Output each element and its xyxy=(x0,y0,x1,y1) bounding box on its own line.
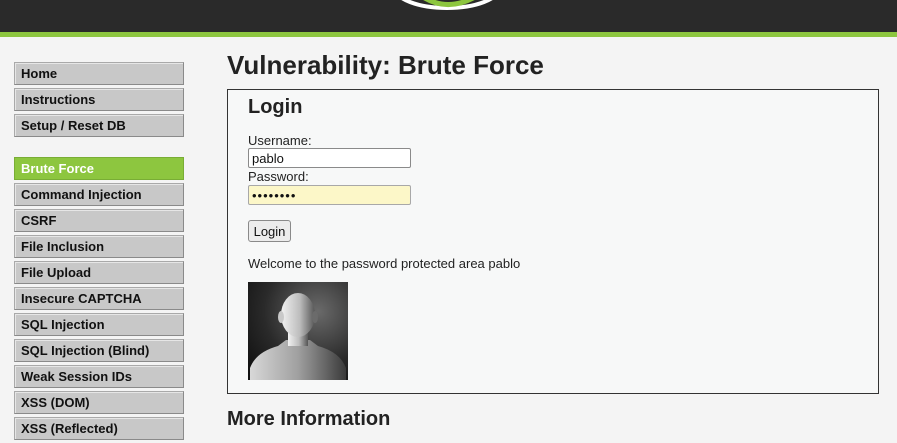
sidebar-item-sql-injection-blind[interactable]: SQL Injection (Blind) xyxy=(14,339,184,362)
page-title: Vulnerability: Brute Force xyxy=(227,50,544,80)
sidebar-item-xss-reflected[interactable]: XSS (Reflected) xyxy=(14,417,184,440)
sidebar-item-setup-reset-db[interactable]: Setup / Reset DB xyxy=(14,114,184,137)
password-label: Password: xyxy=(248,169,309,184)
sidebar-item-sql-injection[interactable]: SQL Injection xyxy=(14,313,184,336)
sidebar-item-xss-dom[interactable]: XSS (DOM) xyxy=(14,391,184,414)
sidebar-item-file-inclusion[interactable]: File Inclusion xyxy=(14,235,184,258)
top-header xyxy=(0,0,897,32)
login-button[interactable]: Login xyxy=(248,220,291,242)
username-input[interactable] xyxy=(248,148,411,168)
sidebar-item-home[interactable]: Home xyxy=(14,62,184,85)
more-information-heading: More Information xyxy=(227,408,391,430)
username-label: Username: xyxy=(248,133,312,148)
sidebar-item-file-upload[interactable]: File Upload xyxy=(14,261,184,284)
sidebar-divider xyxy=(14,140,184,157)
sidebar-item-weak-session-ids[interactable]: Weak Session IDs xyxy=(14,365,184,388)
user-avatar xyxy=(248,282,348,380)
sidebar-item-command-injection[interactable]: Command Injection xyxy=(14,183,184,206)
login-panel: Login Username: Password: Login Welcome … xyxy=(227,89,879,394)
login-heading: Login xyxy=(248,96,303,118)
sidebar-item-brute-force[interactable]: Brute Force xyxy=(14,157,184,180)
welcome-message: Welcome to the password protected area p… xyxy=(248,256,521,271)
sidebar-item-csrf[interactable]: CSRF xyxy=(14,209,184,232)
dvwa-logo-icon xyxy=(401,0,493,10)
sidebar-item-instructions[interactable]: Instructions xyxy=(14,88,184,111)
sidebar-item-insecure-captcha[interactable]: Insecure CAPTCHA xyxy=(14,287,184,310)
sidebar-menu: Home Instructions Setup / Reset DB Brute… xyxy=(14,62,184,443)
header-accent-stripe xyxy=(0,32,897,37)
password-input[interactable] xyxy=(248,185,411,205)
